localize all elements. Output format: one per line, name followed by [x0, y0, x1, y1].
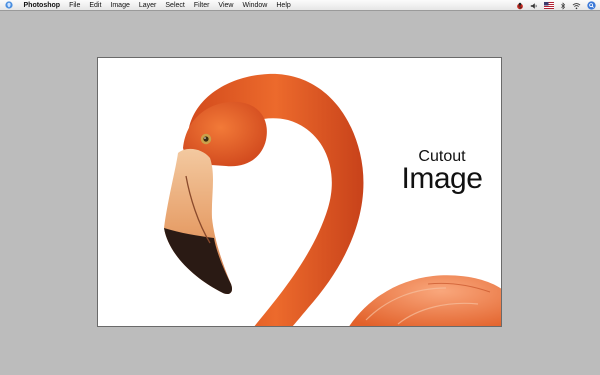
menu-file[interactable]: File — [65, 0, 85, 11]
bluetooth-icon[interactable] — [560, 1, 566, 10]
menu-select[interactable]: Select — [161, 0, 189, 11]
menubar: Photoshop File Edit Image Layer Select F… — [0, 0, 600, 11]
image-caption: Cutout Image — [392, 149, 492, 194]
ladybug-icon[interactable] — [516, 2, 524, 10]
menu-help[interactable]: Help — [272, 0, 295, 11]
menubar-status-area — [516, 0, 596, 11]
apple-menu-icon[interactable] — [5, 1, 13, 9]
menu-filter[interactable]: Filter — [189, 0, 214, 11]
menu-view[interactable]: View — [214, 0, 238, 11]
wifi-icon[interactable] — [572, 2, 581, 10]
menu-window[interactable]: Window — [238, 0, 272, 11]
menu-app-photoshop[interactable]: Photoshop — [19, 0, 65, 11]
menu-edit[interactable]: Edit — [85, 0, 106, 11]
flag-icon[interactable] — [544, 2, 554, 9]
spotlight-icon[interactable] — [587, 1, 596, 10]
volume-icon[interactable] — [530, 2, 538, 10]
document-canvas[interactable]: Cutout Image — [97, 57, 502, 327]
caption-line-image: Image — [401, 162, 483, 195]
menu-layer[interactable]: Layer — [134, 0, 161, 11]
menu-image[interactable]: Image — [106, 0, 134, 11]
